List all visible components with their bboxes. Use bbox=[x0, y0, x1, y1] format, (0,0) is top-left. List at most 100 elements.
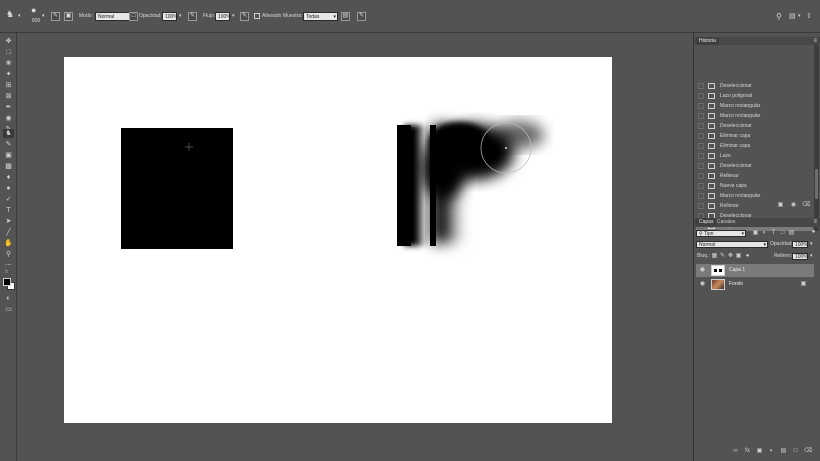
adjustment-layer-icon[interactable]: ◐ bbox=[768, 448, 775, 455]
history-brush-tool-icon[interactable]: ✎ bbox=[3, 140, 14, 149]
lock-position-icon[interactable]: ✥ bbox=[727, 253, 734, 260]
pressure-size-icon[interactable]: ✎ bbox=[357, 12, 366, 21]
history-snapshot-checkbox[interactable] bbox=[698, 153, 704, 159]
line-tool-icon[interactable]: ╱ bbox=[3, 228, 14, 237]
camera-icon[interactable]: ◉ bbox=[790, 202, 797, 209]
history-item[interactable]: Lazo bbox=[696, 151, 813, 161]
history-item[interactable]: Deseleccionar bbox=[696, 121, 813, 131]
trash-icon[interactable]: ⌫ bbox=[802, 202, 810, 209]
screen-mode-icon[interactable]: ▭ bbox=[3, 305, 14, 314]
opacity-field[interactable]: 100% bbox=[162, 12, 178, 21]
history-item[interactable]: Deseleccionar bbox=[696, 81, 813, 91]
history-item[interactable]: Deseleccionar bbox=[696, 161, 813, 171]
hand-tool-icon[interactable]: ✋ bbox=[3, 239, 14, 248]
brush-preview-icon[interactable]: ● bbox=[31, 6, 36, 15]
panel-menu-icon[interactable]: ≡ bbox=[813, 37, 817, 45]
layer-opacity-field[interactable]: 100% bbox=[792, 241, 808, 248]
default-colors-icon[interactable]: □ bbox=[5, 269, 13, 277]
dodge-tool-icon[interactable]: ● bbox=[3, 184, 14, 193]
type-tool-icon[interactable]: T bbox=[3, 206, 14, 215]
clone-stamp-tool-icon[interactable]: ♞ bbox=[3, 129, 14, 138]
new-document-from-state-icon[interactable]: ▣ bbox=[777, 202, 784, 209]
marquee-tool-icon[interactable]: □ bbox=[3, 48, 14, 57]
eraser-tool-icon[interactable]: ▣ bbox=[3, 151, 14, 160]
frame-tool-icon[interactable]: ⊠ bbox=[3, 92, 14, 101]
history-item[interactable]: Marco rectangular bbox=[696, 101, 813, 111]
history-item[interactable]: Lazo poligonal bbox=[696, 91, 813, 101]
lasso-tool-icon[interactable]: ❀ bbox=[3, 59, 14, 68]
link-layers-icon[interactable]: ∞ bbox=[732, 448, 739, 455]
opacity-chevron-icon[interactable]: ▾ bbox=[810, 241, 813, 248]
layer-row-fondo[interactable]: ◉ Fondo ▣ bbox=[696, 278, 814, 291]
tab-channels[interactable]: Canales bbox=[714, 218, 738, 226]
history-item[interactable]: Rellenar bbox=[696, 171, 813, 181]
clone-source-icon[interactable]: ▣ bbox=[64, 12, 73, 21]
history-item[interactable]: Eliminar capa bbox=[696, 131, 813, 141]
path-selection-tool-icon[interactable]: ➤ bbox=[3, 217, 14, 226]
filter-pixel-icon[interactable]: ▣ bbox=[752, 230, 759, 237]
ignore-adjustment-layers-icon[interactable]: ▤ bbox=[341, 12, 350, 21]
history-snapshot-checkbox[interactable] bbox=[698, 113, 704, 119]
layer-style-icon[interactable]: fx bbox=[744, 448, 751, 455]
history-snapshot-checkbox[interactable] bbox=[698, 123, 704, 129]
layer-filter-select[interactable]: ⚲ Tipo ▾ bbox=[696, 230, 746, 237]
lock-pixels-icon[interactable]: ✎ bbox=[719, 253, 726, 260]
eye-icon[interactable]: ◉ bbox=[699, 281, 706, 288]
trash-icon[interactable]: ⌫ bbox=[804, 448, 812, 455]
blend-mode-select[interactable]: Normal ▾ bbox=[696, 241, 768, 248]
workspace-icon[interactable]: ▤ bbox=[789, 12, 796, 21]
brush-panel-toggle-icon[interactable]: □ bbox=[129, 12, 138, 21]
sample-select[interactable]: Todas ▾ bbox=[303, 12, 338, 21]
tab-history[interactable]: Historia bbox=[696, 37, 719, 45]
tool-preset-chevron-icon[interactable]: ▾ bbox=[18, 12, 21, 21]
history-snapshot-checkbox[interactable] bbox=[698, 143, 704, 149]
foreground-color-swatch[interactable] bbox=[3, 278, 11, 286]
add-mask-icon[interactable]: ▣ bbox=[756, 448, 763, 455]
filter-toggle-icon[interactable]: ● bbox=[810, 229, 817, 236]
new-group-icon[interactable]: ▤ bbox=[780, 448, 787, 455]
healing-brush-tool-icon[interactable]: ◉ bbox=[3, 114, 14, 123]
fill-field[interactable]: 100% bbox=[792, 253, 808, 260]
airbrush-icon[interactable]: ✎ bbox=[240, 12, 249, 21]
layer-row-capa-1[interactable]: ◉ Capa 1 bbox=[696, 264, 814, 277]
opacity-chevron-icon[interactable]: ▾ bbox=[179, 12, 182, 21]
flow-chevron-icon[interactable]: ▾ bbox=[232, 12, 235, 21]
quick-mask-icon[interactable]: ◐ bbox=[3, 294, 14, 303]
document-canvas[interactable] bbox=[64, 57, 612, 423]
zoom-tool-icon[interactable]: ⚲ bbox=[3, 250, 14, 259]
lock-transparent-icon[interactable]: ▦ bbox=[711, 253, 718, 260]
history-snapshot-checkbox[interactable] bbox=[698, 93, 704, 99]
fill-chevron-icon[interactable]: ▾ bbox=[810, 253, 813, 260]
history-snapshot-checkbox[interactable] bbox=[698, 173, 704, 179]
filter-shape-icon[interactable]: □ bbox=[779, 230, 786, 237]
pen-tool-icon[interactable]: ✓ bbox=[3, 195, 14, 204]
gradient-tool-icon[interactable]: ▩ bbox=[3, 162, 14, 171]
quick-selection-tool-icon[interactable]: ✦ bbox=[3, 70, 14, 79]
filter-adjustment-icon[interactable]: ◐ bbox=[761, 230, 768, 237]
history-item[interactable]: Marco rectangular bbox=[696, 111, 813, 121]
history-snapshot-checkbox[interactable] bbox=[698, 83, 704, 89]
flow-field[interactable]: 100% bbox=[215, 12, 231, 21]
history-snapshot-checkbox[interactable] bbox=[698, 163, 704, 169]
aligned-checkbox[interactable] bbox=[254, 13, 260, 19]
history-snapshot-checkbox[interactable] bbox=[698, 103, 704, 109]
brush-picker-chevron-icon[interactable]: ▾ bbox=[42, 12, 45, 21]
clone-stamp-icon[interactable]: ♞ bbox=[6, 10, 14, 19]
history-item[interactable]: Nueva capa bbox=[696, 181, 813, 191]
filter-type-icon[interactable]: T bbox=[770, 230, 777, 237]
history-scroll-thumb[interactable] bbox=[815, 169, 818, 199]
history-item[interactable]: Eliminar capa bbox=[696, 141, 813, 151]
filter-smart-object-icon[interactable]: ▤ bbox=[788, 230, 795, 237]
workspace-chevron-icon[interactable]: ▾ bbox=[798, 12, 801, 21]
pressure-opacity-icon[interactable]: ✎ bbox=[188, 12, 197, 21]
lock-all-icon[interactable]: ● bbox=[744, 253, 751, 260]
blur-tool-icon[interactable]: ♦ bbox=[3, 173, 14, 182]
panel-menu-icon[interactable]: ≡ bbox=[813, 218, 817, 227]
lock-artboard-icon[interactable]: ▣ bbox=[735, 253, 742, 260]
history-snapshot-checkbox[interactable] bbox=[698, 133, 704, 139]
share-icon[interactable]: ⇧ bbox=[806, 12, 812, 21]
search-icon[interactable]: ⚲ bbox=[776, 12, 782, 21]
new-layer-icon[interactable]: □ bbox=[792, 448, 799, 455]
move-tool-icon[interactable]: ✥ bbox=[3, 37, 14, 46]
history-snapshot-checkbox[interactable] bbox=[698, 183, 704, 189]
